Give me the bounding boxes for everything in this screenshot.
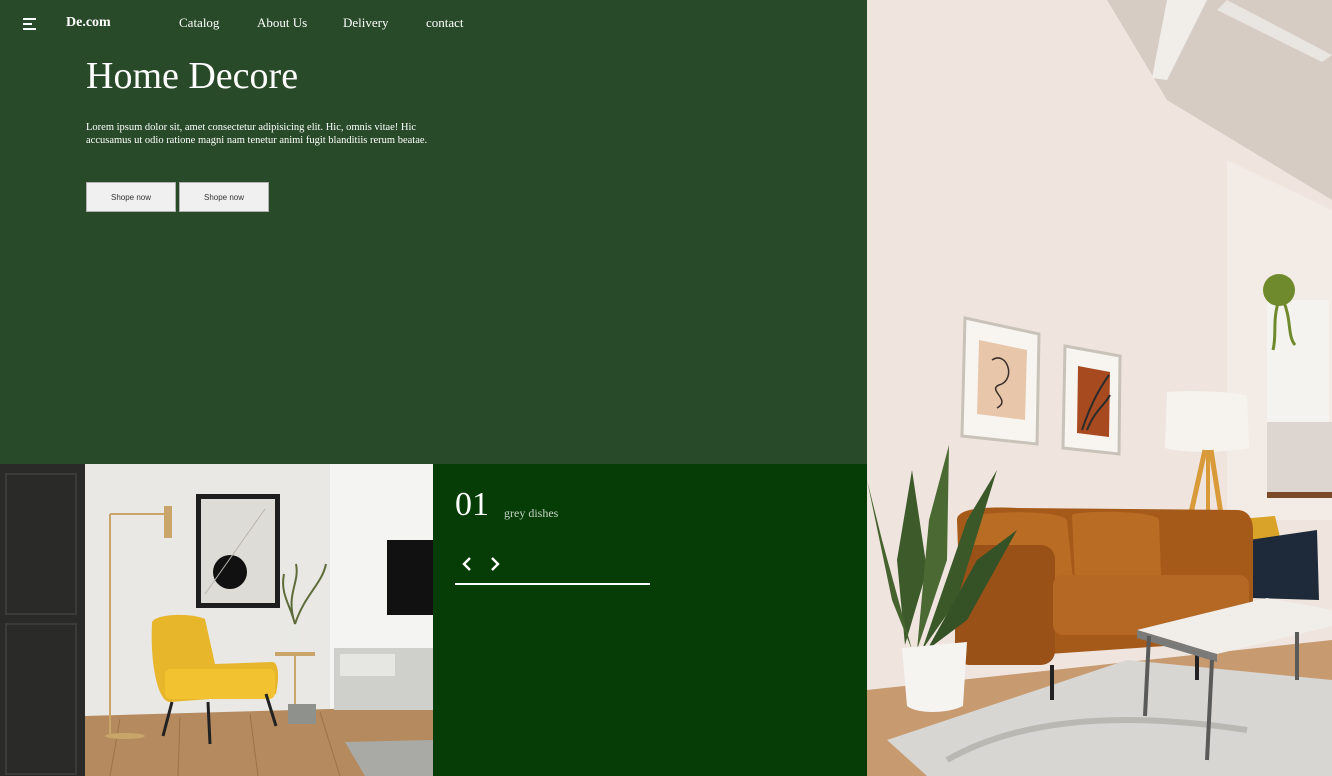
shop-now-button-2[interactable]: Shope now bbox=[179, 182, 269, 212]
shop-now-button[interactable]: Shope now bbox=[86, 182, 176, 212]
page-title: Home Decore bbox=[86, 55, 299, 97]
hero-description: Lorem ipsum dolor sit, amet consectetur … bbox=[86, 122, 428, 146]
hero-section: De.com Catalog About Us Delivery contact… bbox=[0, 0, 867, 464]
product-slider: 01 grey dishes bbox=[433, 464, 867, 776]
nav-link-catalog[interactable]: Catalog bbox=[179, 15, 219, 31]
slide-caption: grey dishes bbox=[504, 506, 559, 520]
arrow-right-icon[interactable] bbox=[488, 556, 502, 572]
living-room-photo bbox=[0, 464, 433, 776]
slide-number: 01 bbox=[455, 486, 489, 523]
arrow-left-icon[interactable] bbox=[460, 556, 474, 572]
top-nav: De.com Catalog About Us Delivery contact bbox=[0, 0, 867, 46]
nav-link-about-us[interactable]: About Us bbox=[257, 15, 307, 31]
menu-icon[interactable] bbox=[23, 18, 36, 30]
slide-progress-line bbox=[455, 583, 650, 585]
nav-link-delivery[interactable]: Delivery bbox=[343, 15, 388, 31]
nav-link-contact[interactable]: contact bbox=[426, 15, 464, 31]
logo[interactable]: De.com bbox=[66, 15, 111, 31]
sofa-room-photo bbox=[867, 0, 1332, 776]
